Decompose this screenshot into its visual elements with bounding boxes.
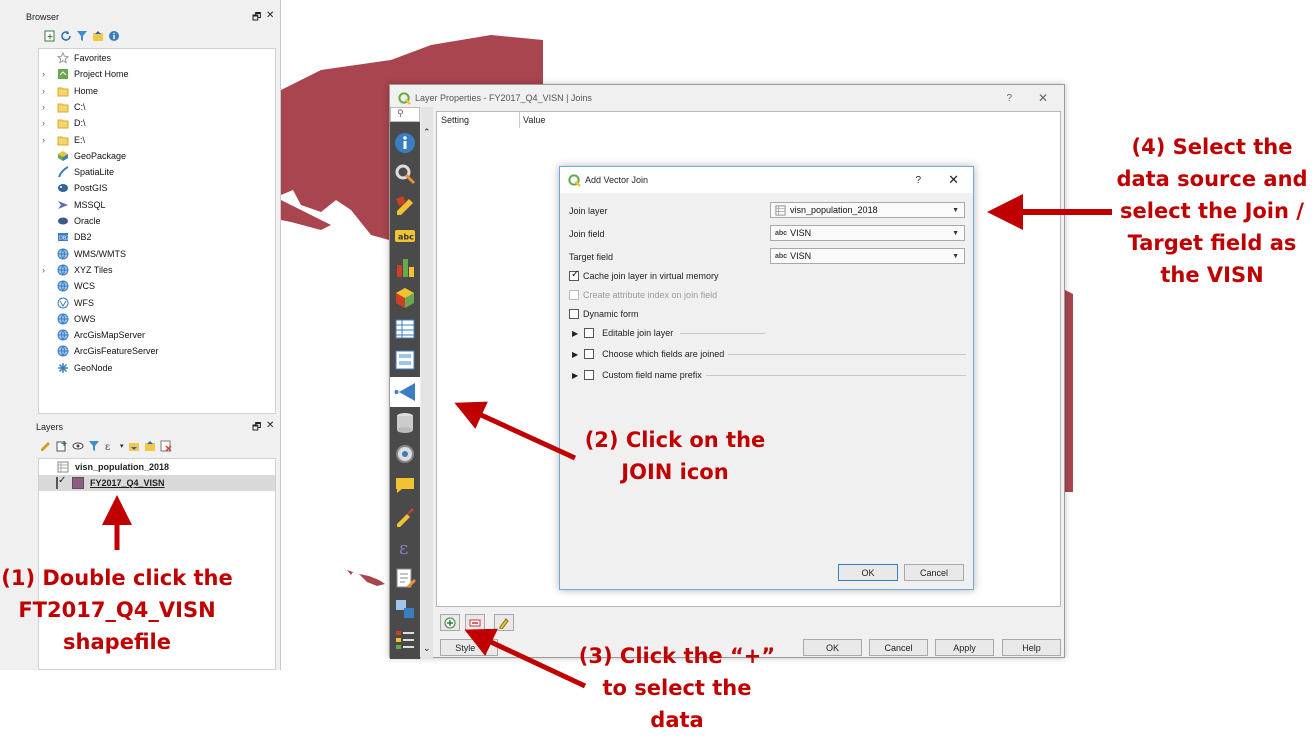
arrow-step3 bbox=[464, 628, 587, 689]
annotation-line: JOIN icon bbox=[621, 460, 729, 484]
annotation-line: (4) Select the bbox=[1131, 135, 1293, 159]
annotation-line: (2) Click on the bbox=[584, 428, 766, 452]
annotation-line: to select the bbox=[602, 676, 752, 700]
annotation-line: data source and bbox=[1116, 167, 1308, 191]
annotation-line: Target field as bbox=[1127, 231, 1297, 255]
annotation-line: FT2017_Q4_VISN bbox=[18, 598, 216, 622]
arrow-step2 bbox=[454, 401, 577, 461]
annotation-line: select the Join / bbox=[1120, 199, 1304, 223]
annotation-line: data bbox=[650, 708, 704, 732]
annotation-step4: (4) Select the data source and select th… bbox=[1112, 131, 1312, 291]
annotation-step1: (1) Double click the FT2017_Q4_VISN shap… bbox=[0, 562, 234, 658]
annotation-line: shapefile bbox=[63, 630, 171, 654]
annotation-line: (3) Click the “+” bbox=[578, 644, 776, 668]
annotation-step3: (3) Click the “+” to select the data bbox=[577, 640, 777, 736]
annotation-line: (1) Double click the bbox=[1, 566, 233, 590]
annotation-line: the VISN bbox=[1160, 263, 1264, 287]
annotation-step2: (2) Click on the JOIN icon bbox=[580, 424, 770, 488]
